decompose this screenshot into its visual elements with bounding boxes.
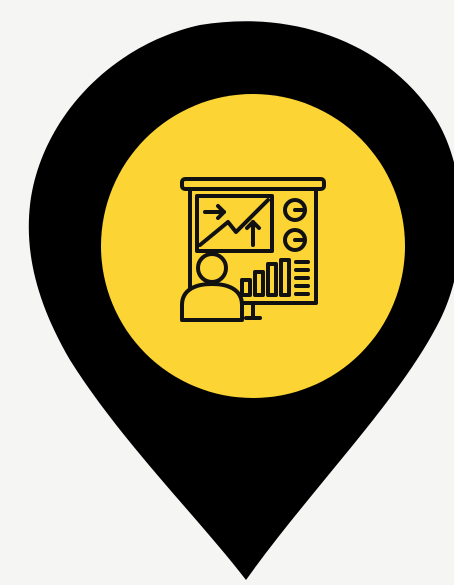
map-pin-icon	[28, 21, 454, 580]
pin-graphic	[0, 0, 454, 585]
